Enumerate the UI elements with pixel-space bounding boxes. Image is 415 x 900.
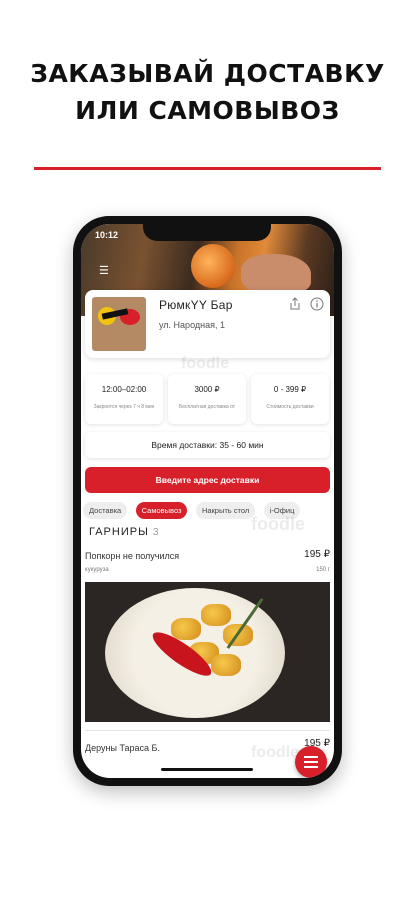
foodle-watermark: foodle xyxy=(251,744,299,761)
home-indicator xyxy=(161,768,253,771)
headline-divider xyxy=(34,167,381,170)
menu-item-name[interactable]: Деруны Тараса Б. xyxy=(85,743,160,753)
tab-set-table[interactable]: Накрыть стол xyxy=(195,502,256,519)
stat-hours-value: 12:00–02:00 xyxy=(101,385,147,394)
stat-free-delivery: 3000 ₽ Бесплатная доставка от xyxy=(168,374,246,424)
stat-delivery-cost: 0 - 399 ₽ Стоимость доставки xyxy=(251,374,329,424)
menu-item-photo[interactable] xyxy=(85,582,330,722)
stat-delivery-cost-value: 0 - 399 ₽ xyxy=(273,385,307,394)
tab-delivery[interactable]: Доставка xyxy=(83,502,128,519)
share-icon[interactable] xyxy=(288,297,302,311)
promo-headline: ЗАКАЗЫВАЙ ДОСТАВКУ ИЛИ САМОВЫВОЗ xyxy=(0,55,415,129)
menu-item-price: 195 ₽ xyxy=(304,549,330,560)
delivery-time-bar: Время доставки: 35 - 60 мин xyxy=(85,432,330,458)
phone-notch xyxy=(143,224,271,241)
hand-photo xyxy=(241,254,311,294)
menu-item-weight: 150 г xyxy=(316,567,330,573)
menu-item-category: кукуруза xyxy=(85,567,109,573)
item-divider xyxy=(85,730,330,731)
restaurant-stats: 12:00–02:00 Закроется через 7 ч 8 мин 30… xyxy=(85,374,330,424)
stat-hours-label: Закроется через 7 ч 8 мин xyxy=(93,404,155,410)
floating-menu-button[interactable] xyxy=(295,746,327,778)
phone-frame: 10:12 ☰ РюмкYY Бар ул. Народная, 1 foodl… xyxy=(73,216,342,786)
section-title-text: ГАРНИРЫ xyxy=(89,526,149,538)
enter-address-button[interactable]: Введите адрес доставки xyxy=(85,467,330,493)
app-screen: 10:12 ☰ РюмкYY Бар ул. Народная, 1 foodl… xyxy=(81,224,334,778)
menu-item-name[interactable]: Попкорн не получился xyxy=(85,551,179,561)
foodle-watermark: foodle xyxy=(181,355,229,372)
stat-free-delivery-value: 3000 ₽ xyxy=(194,385,220,394)
tab-pickup[interactable]: Самовывоз xyxy=(135,502,188,519)
section-count: 3 xyxy=(152,527,160,538)
restaurant-logo xyxy=(92,297,146,351)
drink-glass xyxy=(191,244,235,288)
hamburger-menu-icon[interactable]: ☰ xyxy=(99,264,111,277)
foodle-watermark: foodle xyxy=(251,514,305,534)
headline-line-1: ЗАКАЗЫВАЙ ДОСТАВКУ xyxy=(30,59,385,88)
stat-free-delivery-label: Бесплатная доставка от xyxy=(178,404,236,410)
restaurant-address: ул. Народная, 1 xyxy=(159,320,225,330)
section-title: ГАРНИРЫ 3 xyxy=(89,526,159,538)
headline-line-2: ИЛИ САМОВЫВОЗ xyxy=(75,96,340,125)
info-icon[interactable] xyxy=(310,297,324,311)
restaurant-name: РюмкYY Бар xyxy=(159,298,233,312)
stat-hours: 12:00–02:00 Закроется через 7 ч 8 мин xyxy=(85,374,163,424)
stat-delivery-cost-label: Стоимость доставки xyxy=(266,404,314,410)
status-bar-time: 10:12 xyxy=(95,230,119,240)
restaurant-card: РюмкYY Бар ул. Народная, 1 xyxy=(85,290,330,358)
